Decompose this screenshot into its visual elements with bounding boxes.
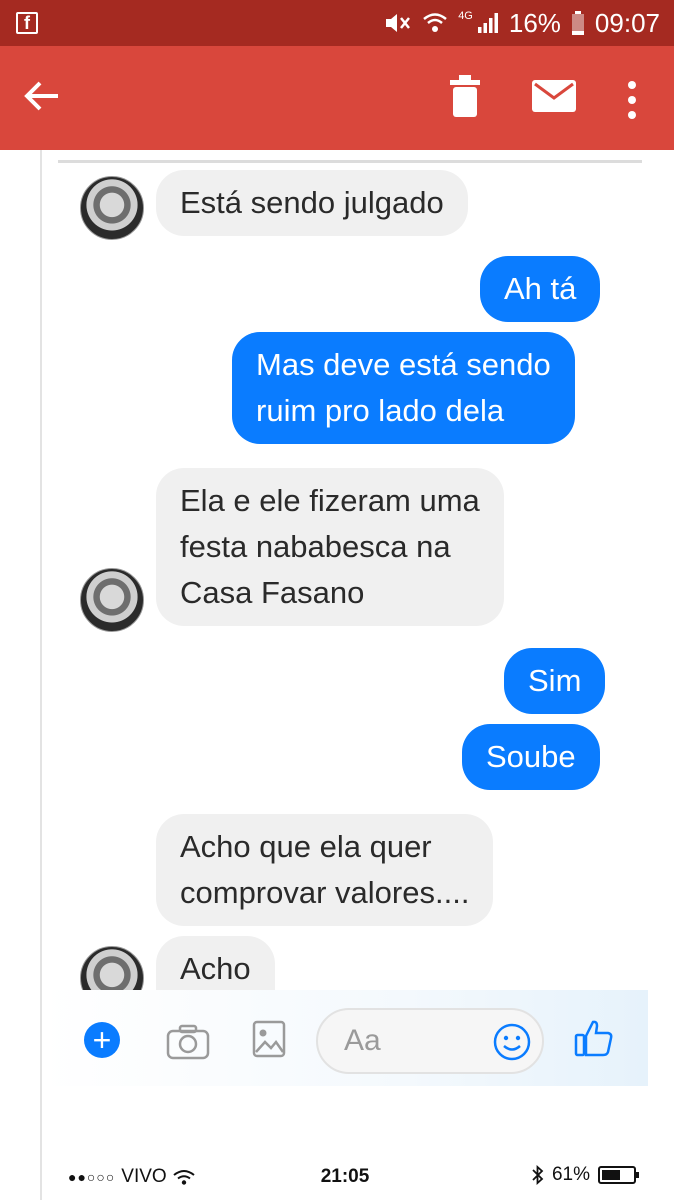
status-icons: 4G 16% 09:07 — [382, 8, 660, 38]
app-toolbar — [0, 46, 674, 150]
smiley-icon[interactable] — [492, 1022, 532, 1062]
message-incoming: Acho que ela quer comprovar valores.... — [156, 814, 494, 926]
message-input[interactable]: Aa — [316, 1008, 544, 1074]
divider — [58, 160, 642, 163]
network-type: 4G — [458, 10, 473, 22]
bluetooth-icon — [532, 1165, 544, 1185]
plus-icon[interactable]: + — [84, 1022, 120, 1058]
battery-icon — [598, 1166, 639, 1184]
camera-icon[interactable] — [166, 1024, 210, 1060]
message-incoming: Ela e ele fizeram uma festa nababesca na… — [156, 468, 504, 626]
message-outgoing: Sim — [504, 648, 606, 714]
message-outgoing: Ah tá — [480, 256, 601, 322]
message-incoming: Acho — [156, 936, 275, 990]
message-outgoing: Mas deve está sendo ruim pro lado dela — [232, 332, 575, 444]
message-incoming: Está sendo julgado — [156, 170, 468, 236]
avatar — [80, 568, 144, 632]
thumbs-up-icon[interactable] — [574, 1018, 614, 1058]
image-icon[interactable] — [252, 1020, 286, 1058]
chat-screenshot: Está sendo julgado Ah tá Mas deve está s… — [40, 150, 650, 1200]
battery-icon — [571, 11, 584, 35]
signal-icon — [477, 13, 498, 33]
battery-percent: 16% — [508, 7, 561, 38]
android-status-bar: f 4G 16% 09:07 — [0, 0, 674, 46]
avatar — [80, 176, 144, 240]
mute-icon — [386, 14, 411, 32]
message-outgoing: Soube — [462, 724, 600, 790]
ios-battery-percent: 61% — [551, 1164, 590, 1185]
trash-icon[interactable] — [448, 74, 482, 118]
more-vert-icon[interactable] — [624, 80, 640, 120]
ios-status-bar: ●●○○○ VIVO 21:05 61% — [42, 1156, 648, 1196]
wifi-icon — [423, 13, 447, 32]
status-time: 09:07 — [594, 7, 660, 38]
mail-icon[interactable] — [532, 80, 576, 112]
facebook-icon: f — [16, 12, 38, 34]
message-composer: + Aa — [42, 990, 648, 1086]
message-input-placeholder: Aa — [344, 1024, 381, 1057]
back-arrow-icon[interactable] — [22, 76, 62, 116]
